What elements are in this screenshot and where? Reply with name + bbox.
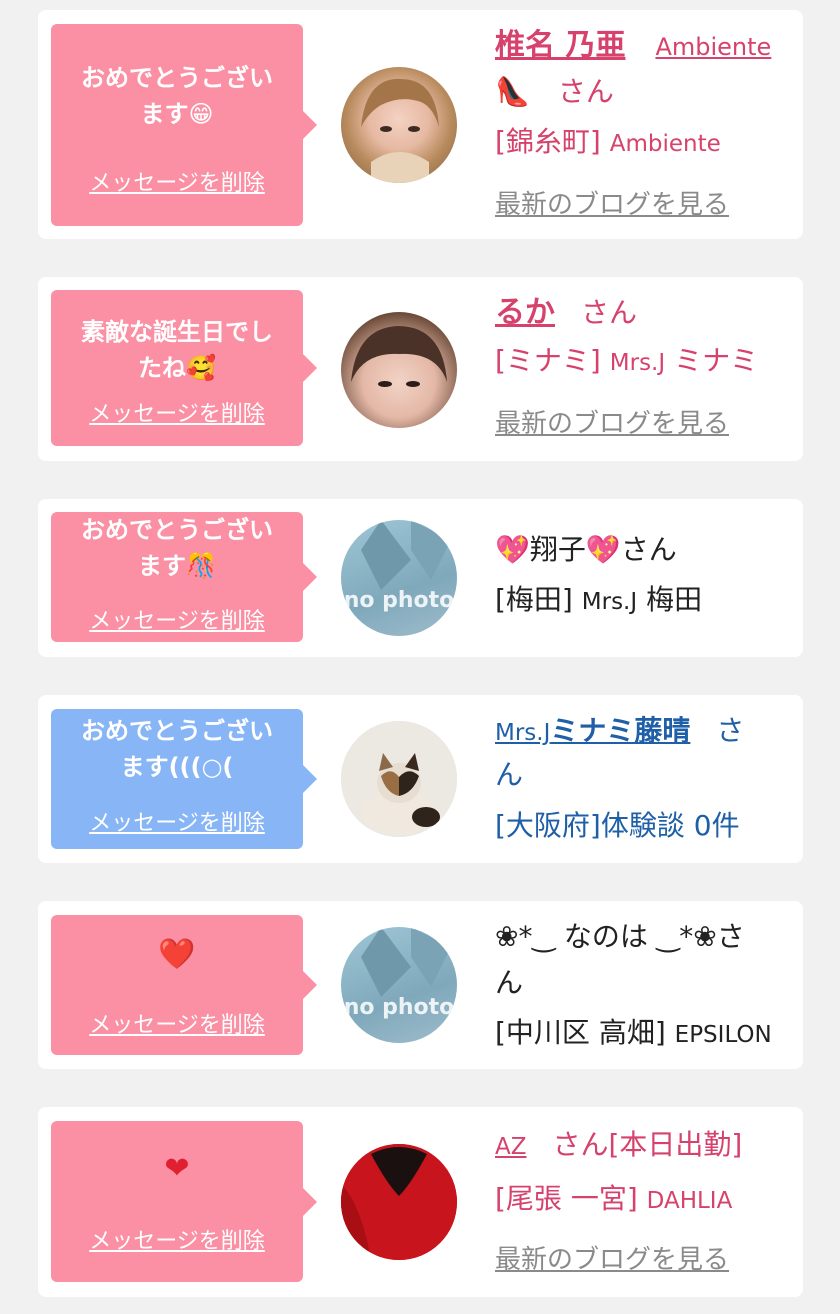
cast-name: 💖翔子💖さん	[495, 533, 677, 566]
heart-photo-icon	[341, 1144, 457, 1260]
delete-message-link[interactable]: メッセージを削除	[51, 1011, 303, 1041]
avatar[interactable]: no photo	[341, 520, 457, 636]
cast-name-link[interactable]: るか	[495, 295, 555, 330]
message-line: ます😁	[140, 100, 214, 128]
heart-icon: ❤️	[158, 937, 196, 972]
avatar[interactable]	[341, 1144, 457, 1260]
avatar[interactable]: no photo	[341, 927, 457, 1043]
message-card: おめでとうござい ます😁 メッセージを削除 椎名 乃亜 Ambiente 👠 さん…	[38, 10, 803, 239]
message-text: おめでとうござい ます(((○(	[61, 713, 293, 785]
no-photo-icon	[361, 520, 451, 590]
delete-message-link[interactable]: メッセージを削除	[51, 809, 303, 839]
avatar[interactable]	[341, 721, 457, 837]
delete-message-link[interactable]: メッセージを削除	[51, 1227, 303, 1257]
cat-photo-icon	[341, 721, 457, 837]
cast-name-link[interactable]: ミナミ藤晴	[550, 714, 690, 747]
message-line: ます🎊	[138, 552, 216, 580]
message-bubble: ❤️ メッセージを削除	[51, 915, 317, 1055]
message-bubble: 素敵な誕生日でし たね🥰 メッセージを削除	[51, 290, 317, 446]
shop-prefix-label: Mrs.J	[581, 589, 638, 615]
latest-blog-link[interactable]: 最新のブログを見る	[495, 185, 795, 225]
delete-message-link[interactable]: メッセージを削除	[51, 169, 303, 199]
message-text: ❤	[61, 1151, 293, 1187]
message-line: ます(((○(	[120, 753, 234, 781]
avatar[interactable]	[341, 312, 457, 428]
cast-name-link[interactable]: 椎名 乃亜	[495, 28, 625, 63]
area-label: [尾張 一宮]	[495, 1182, 638, 1215]
message-text: ❤️	[61, 937, 293, 973]
message-card: ❤ メッセージを削除 AZ さん[本日出勤] [尾張 一宮] DAHLIA 最新の…	[38, 1107, 803, 1297]
portrait-photo-icon	[361, 78, 439, 183]
delete-message-link[interactable]: メッセージを削除	[51, 400, 303, 430]
message-card: おめでとうござい ます(((○( メッセージを削除 Mrs.Jミナミ藤晴さ ん	[38, 695, 803, 863]
cast-name-suffix: 👠 さん	[495, 75, 614, 108]
message-line: 素敵な誕生日でし	[81, 318, 273, 346]
message-line: おめでとうござい	[81, 516, 273, 544]
area-label: [大阪府]体験談	[495, 809, 685, 842]
shop-label: ミナミ	[674, 344, 759, 377]
portrait-photo-icon	[351, 326, 447, 387]
message-text: おめでとうござい ます😁	[61, 60, 293, 132]
message-line: おめでとうござい	[81, 64, 273, 92]
cast-name: ❀*‿ なのは ‿*❀さ	[495, 920, 745, 953]
message-bubble: ❤ メッセージを削除	[51, 1121, 317, 1282]
message-text: おめでとうござい ます🎊	[61, 512, 293, 584]
message-card: 素敵な誕生日でし たね🥰 メッセージを削除 るか さん [ミナミ] Mrs.J ミ…	[38, 277, 803, 461]
latest-blog-link[interactable]: 最新のブログを見る	[495, 1240, 795, 1280]
message-line: たね🥰	[138, 354, 216, 382]
shop-prefix-label: Mrs.J	[609, 350, 666, 376]
message-text: 素敵な誕生日でし たね🥰	[61, 314, 293, 386]
review-count: 0件	[693, 809, 740, 842]
no-photo-icon	[361, 927, 451, 997]
message-card: おめでとうござい ます🎊 メッセージを削除 no photo 💖翔子💖さん [梅…	[38, 499, 803, 657]
shop-label: 梅田	[646, 583, 703, 616]
no-photo-label: no photo	[343, 995, 455, 1020]
area-label: [錦糸町]	[495, 125, 601, 158]
message-line: おめでとうござい	[81, 717, 273, 745]
message-bubble: おめでとうござい ます😁 メッセージを削除	[51, 24, 317, 226]
area-label: [ミナミ]	[495, 344, 601, 377]
no-photo-label: no photo	[343, 588, 455, 613]
message-list: おめでとうござい ます😁 メッセージを削除 椎名 乃亜 Ambiente 👠 さん…	[0, 0, 840, 1314]
shop-label: Ambiente	[609, 131, 721, 157]
shop-label: DAHLIA	[646, 1188, 733, 1214]
shop-link[interactable]: Ambiente	[625, 33, 771, 61]
area-label: [梅田]	[495, 583, 573, 616]
shop-prefix-link[interactable]: Mrs.J	[495, 720, 550, 746]
cast-name-suffix: さん[本日出勤]	[552, 1128, 743, 1161]
cast-name-suffix-wrap: ん	[495, 758, 524, 791]
cast-name-suffix: さん	[581, 296, 638, 329]
cast-name-link[interactable]: AZ	[495, 1134, 527, 1160]
latest-blog-link[interactable]: 最新のブログを見る	[495, 404, 795, 444]
message-bubble: おめでとうござい ます🎊 メッセージを削除	[51, 512, 317, 642]
cast-name-suffix-wrap: ん	[495, 966, 524, 999]
heart-icon: ❤	[164, 1151, 190, 1186]
message-card: ❤️ メッセージを削除 no photo ❀*‿ なのは ‿*❀さ ん [中川区…	[38, 901, 803, 1069]
avatar[interactable]	[341, 67, 457, 183]
area-label: [中川区 高畑]	[495, 1016, 666, 1049]
delete-message-link[interactable]: メッセージを削除	[51, 607, 303, 637]
message-bubble: おめでとうござい ます(((○( メッセージを削除	[51, 709, 317, 849]
shop-label: EPSILON	[674, 1022, 772, 1048]
cast-name-suffix: さ	[716, 714, 745, 747]
